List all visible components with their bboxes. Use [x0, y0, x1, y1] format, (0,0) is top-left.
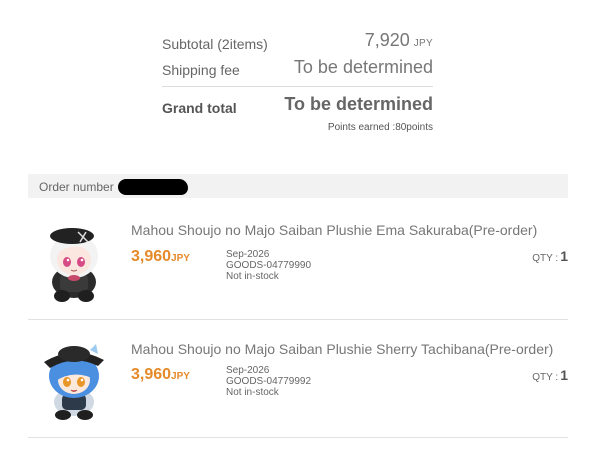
order-number-redaction: [118, 179, 188, 195]
item-price-amount: 3,960: [131, 248, 172, 265]
item-divider: [28, 437, 568, 438]
order-number-header: Order number: [28, 174, 568, 198]
item-stock-status: Not in-stock: [226, 271, 279, 282]
subtotal-row: Subtotal (2items) 7,920 JPY: [162, 28, 433, 56]
grand-total-value: To be determined: [284, 94, 433, 114]
item-title[interactable]: Mahou Shoujo no Majo Saiban Plushie Ema …: [131, 222, 537, 238]
shipping-value: To be determined: [293, 57, 433, 77]
subtotal-value: 7,920 JPY: [365, 30, 433, 51]
item-price-amount: 3,960: [131, 366, 172, 383]
item-price-currency: JPY: [171, 371, 190, 382]
item-quantity: QTY :1: [532, 248, 568, 264]
shipping-label: Shipping fee: [162, 62, 240, 78]
order-summary: Subtotal (2items) 7,920 JPY Shipping fee …: [162, 28, 433, 133]
subtotal-label: Subtotal (2items): [162, 36, 268, 52]
item-stock-status: Not in-stock: [226, 387, 279, 398]
item-meta: Sep-2026 GOODS-04779990 Not in-stock: [226, 249, 311, 282]
item-title[interactable]: Mahou Shoujo no Majo Saiban Plushie Sher…: [131, 341, 553, 357]
subtotal-amount: 7,920: [364, 30, 410, 50]
qty-value: 1: [560, 248, 568, 264]
item-quantity: QTY :1: [532, 367, 568, 383]
item-code: GOODS-04779992: [226, 376, 312, 387]
qty-label: QTY :: [532, 372, 559, 383]
item-price-currency: JPY: [171, 253, 190, 264]
item-code: GOODS-04779990: [226, 260, 312, 271]
item-price: 3,960JPY: [131, 366, 190, 384]
order-item: Mahou Shoujo no Majo Saiban Plushie Sher…: [28, 320, 568, 438]
qty-value: 1: [560, 367, 568, 383]
order-number-label: Order number: [39, 180, 114, 194]
shipping-row: Shipping fee To be determined: [162, 56, 433, 84]
plushie-sherry-image[interactable]: [38, 340, 110, 422]
plushie-ema-image[interactable]: [38, 222, 110, 304]
qty-label: QTY :: [532, 253, 559, 264]
order-item: Mahou Shoujo no Majo Saiban Plushie Ema …: [28, 202, 568, 320]
item-release-date: Sep-2026: [226, 365, 270, 376]
item-meta: Sep-2026 GOODS-04779992 Not in-stock: [226, 365, 311, 398]
item-price: 3,960JPY: [131, 248, 190, 266]
grand-total-label: Grand total: [162, 100, 237, 116]
subtotal-currency: JPY: [413, 38, 433, 49]
summary-divider: [162, 86, 433, 87]
points-earned: Points earned :80points: [327, 122, 433, 133]
grand-total-row: Grand total To be determined: [162, 94, 433, 120]
item-release-date: Sep-2026: [226, 249, 270, 260]
